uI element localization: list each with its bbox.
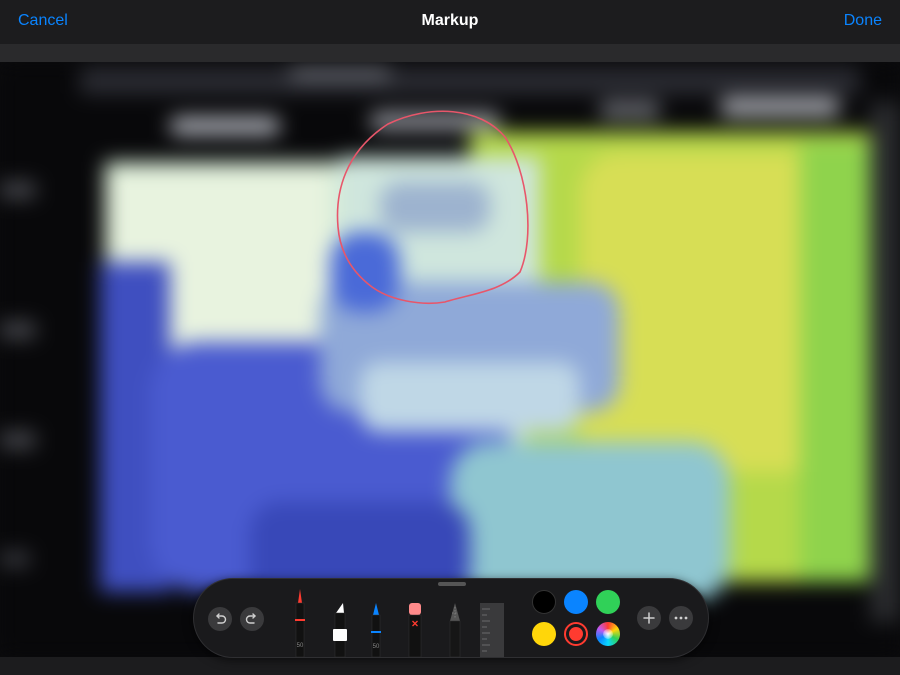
navigation-bar: Cancel Markup Done bbox=[0, 0, 900, 44]
color-blue-swatch[interactable] bbox=[564, 590, 588, 614]
selected-color-dot bbox=[569, 627, 583, 641]
pencil-tool[interactable]: 50 bbox=[368, 601, 384, 658]
redo-icon[interactable] bbox=[240, 607, 264, 631]
color-yellow-swatch[interactable] bbox=[532, 622, 556, 646]
pencil-size-label: 50 bbox=[372, 644, 380, 650]
color-red-swatch-selected[interactable] bbox=[564, 622, 588, 646]
color-wheel-center bbox=[603, 629, 613, 639]
ruler-tool[interactable] bbox=[480, 603, 504, 657]
eraser-icon bbox=[408, 603, 422, 658]
eraser-tool[interactable] bbox=[406, 601, 424, 658]
lasso-icon bbox=[449, 603, 461, 658]
marker-tool[interactable] bbox=[330, 601, 350, 658]
done-button[interactable]: Done bbox=[844, 12, 882, 30]
palette-grabber[interactable] bbox=[438, 582, 466, 586]
undo-icon[interactable] bbox=[208, 607, 232, 631]
marker-icon bbox=[333, 603, 347, 658]
more-icon[interactable] bbox=[669, 606, 693, 630]
color-wheel-icon[interactable] bbox=[596, 622, 620, 646]
lasso-tool[interactable] bbox=[446, 601, 464, 658]
markup-canvas[interactable] bbox=[0, 62, 900, 657]
red-freehand-circle bbox=[336, 110, 529, 305]
pen-size-label: 50 bbox=[296, 643, 304, 649]
color-green-swatch[interactable] bbox=[596, 590, 620, 614]
pen-tool[interactable]: 50 bbox=[292, 587, 308, 658]
page-title: Markup bbox=[421, 12, 479, 29]
color-black-swatch[interactable] bbox=[532, 590, 556, 614]
ruler-icon bbox=[480, 603, 504, 657]
toolbar-divider bbox=[0, 44, 900, 62]
tool-palette: 50 50 bbox=[193, 578, 709, 658]
add-icon[interactable] bbox=[637, 606, 661, 630]
bottom-bar bbox=[0, 657, 900, 675]
